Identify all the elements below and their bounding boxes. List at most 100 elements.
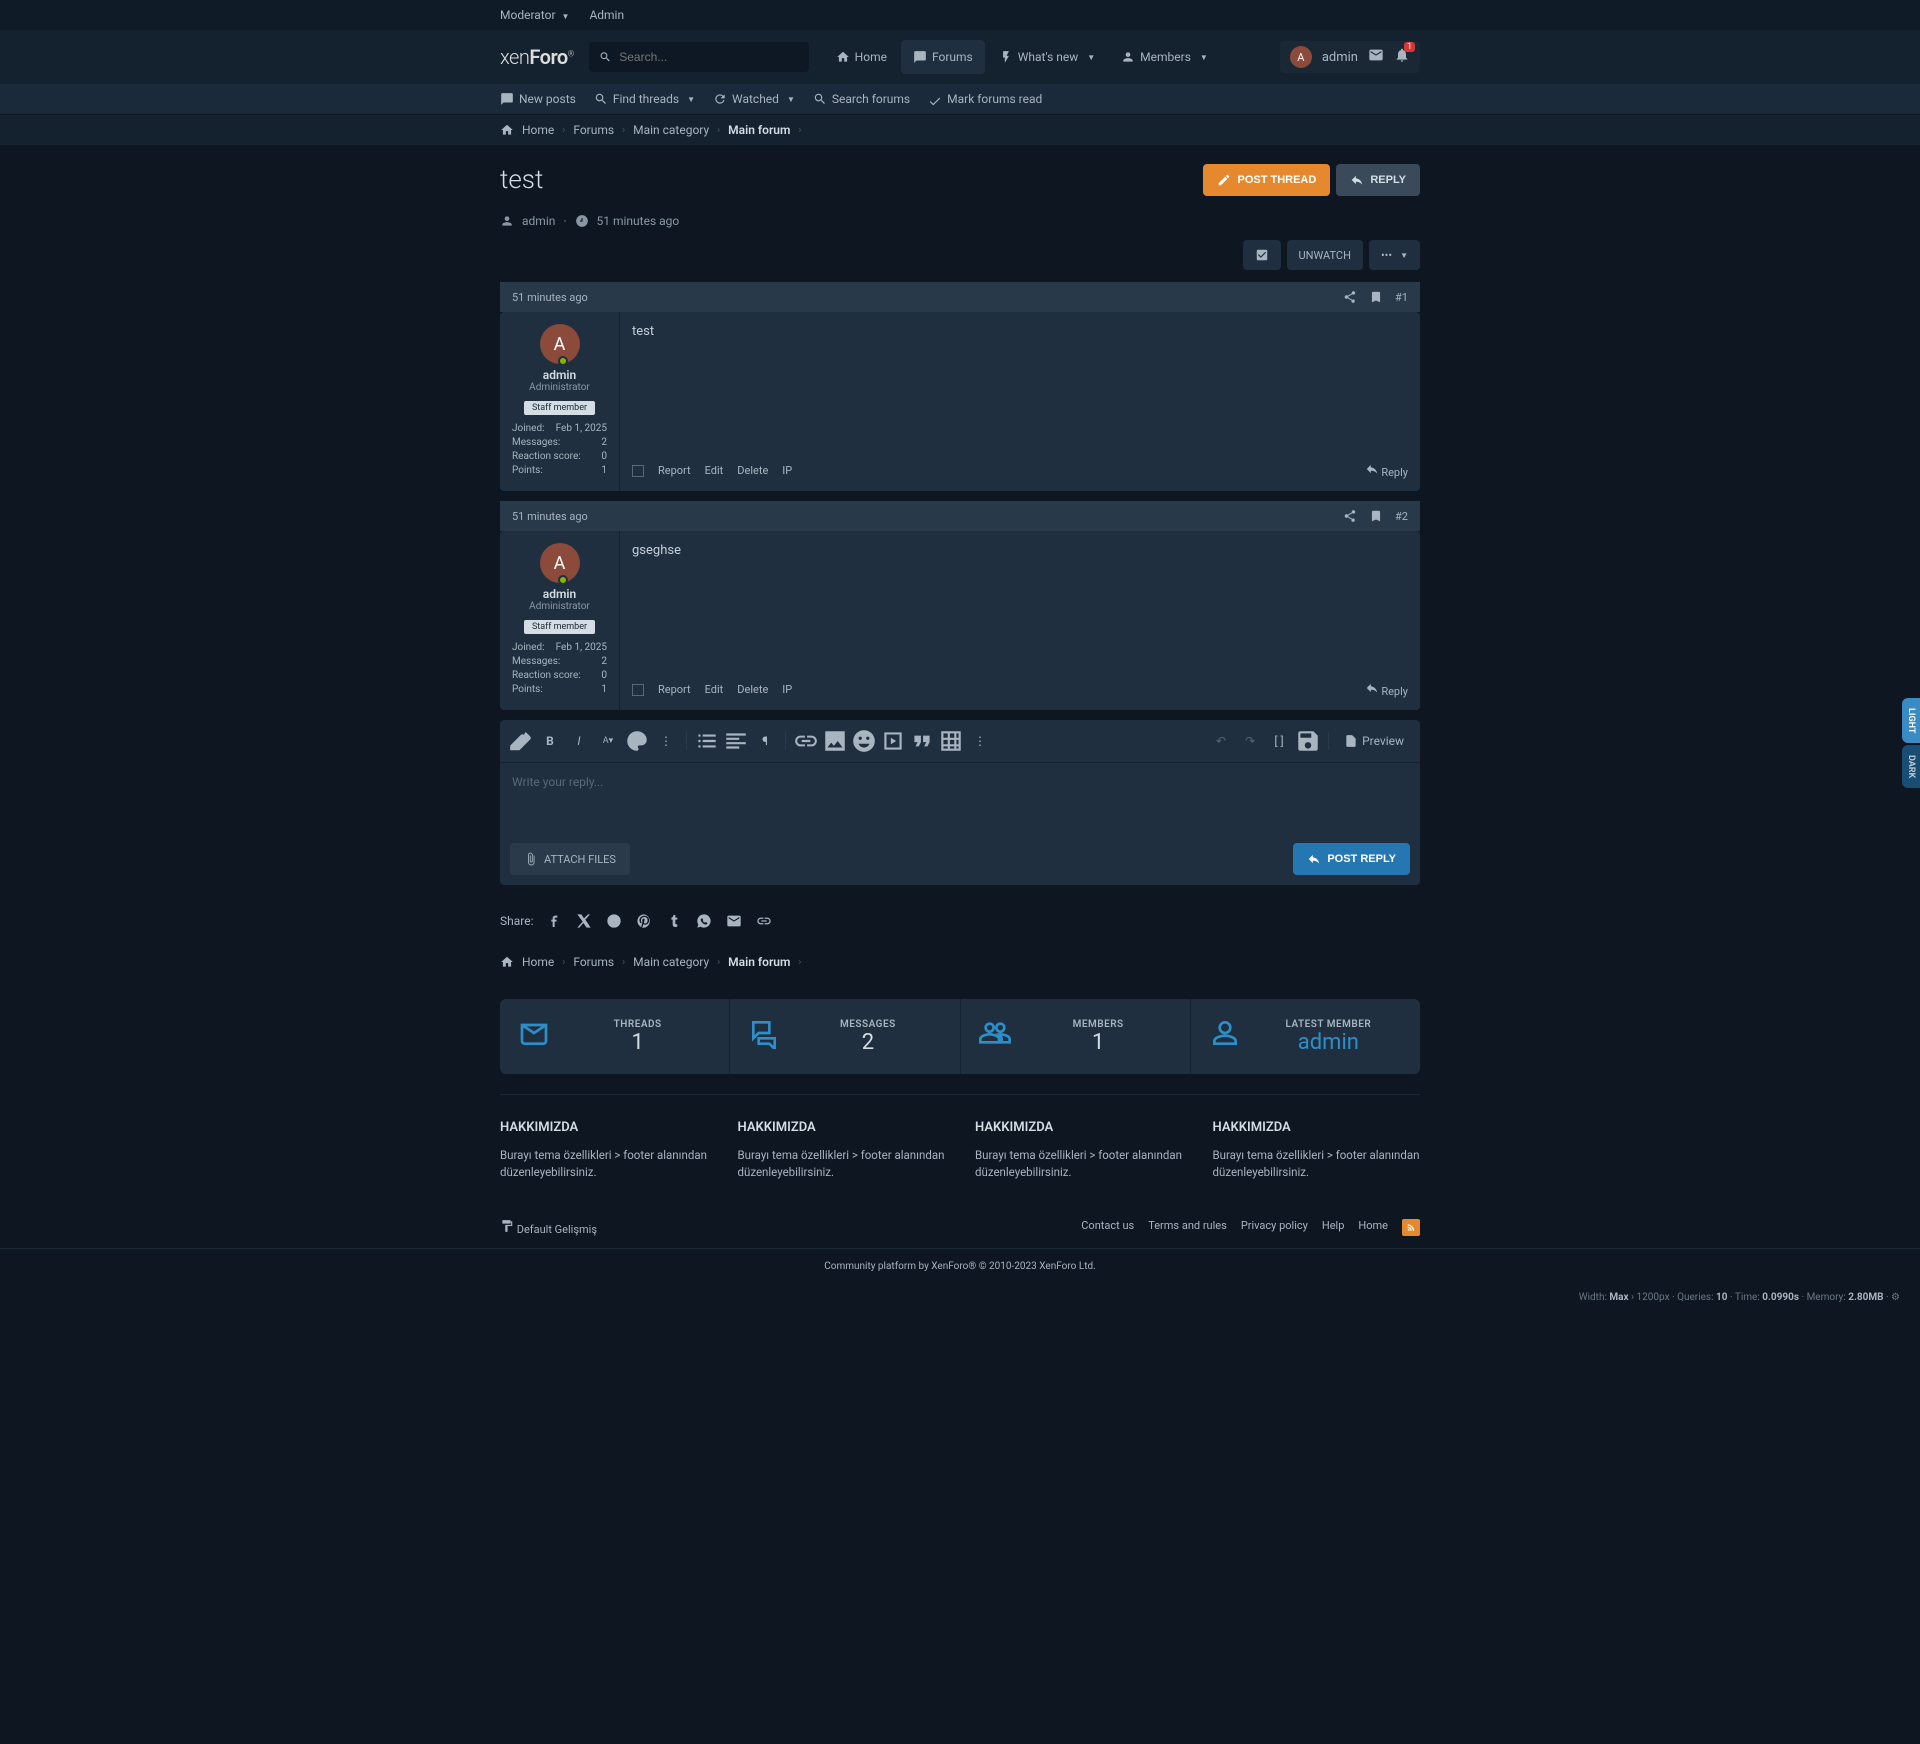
image-icon[interactable] (822, 728, 848, 754)
bold-icon[interactable]: B (537, 728, 563, 754)
nav-home[interactable]: Home (824, 40, 899, 74)
user-menu[interactable]: A admin 1 (1280, 41, 1420, 73)
post-username[interactable]: admin (512, 368, 607, 382)
redo-icon[interactable]: ↷ (1237, 728, 1263, 754)
footer-privacy[interactable]: Privacy policy (1241, 1219, 1308, 1236)
reply-link[interactable]: Reply (1365, 462, 1408, 479)
post-select-checkbox[interactable] (632, 684, 644, 696)
email-icon[interactable] (726, 911, 742, 931)
search-box[interactable] (589, 42, 809, 72)
subnav-searchforums[interactable]: Search forums (813, 92, 910, 106)
list-icon[interactable] (694, 728, 720, 754)
bookmark-icon[interactable] (1369, 290, 1383, 304)
table-icon[interactable] (938, 728, 964, 754)
post-avatar[interactable]: A (540, 324, 580, 364)
subnav-watched[interactable]: Watched ▼ (713, 92, 795, 106)
italic-icon[interactable]: I (566, 728, 592, 754)
save-icon[interactable] (1295, 728, 1321, 754)
more-insert-icon[interactable]: ⋮ (967, 728, 993, 754)
topbar-admin[interactable]: Admin (589, 8, 624, 22)
nav-forums[interactable]: Forums (901, 40, 985, 74)
theme-dark-button[interactable]: DARK (1902, 745, 1920, 788)
delete-link[interactable]: Delete (737, 683, 768, 696)
post-reply-button[interactable]: POST REPLY (1293, 843, 1410, 875)
theme-light-button[interactable]: LIGHT (1902, 698, 1920, 743)
breadcrumb-category[interactable]: Main category (633, 123, 709, 137)
subnav-markread[interactable]: Mark forums read (928, 92, 1042, 106)
breadcrumb-forums[interactable]: Forums (573, 123, 614, 137)
fontsize-icon[interactable]: A▾ (595, 728, 621, 754)
edit-link[interactable]: Edit (705, 464, 724, 477)
link-icon[interactable] (793, 728, 819, 754)
smile-icon[interactable] (851, 728, 877, 754)
bookmark-icon[interactable] (1369, 509, 1383, 523)
header: xenForo® Home Forums What's new▼ Members… (0, 30, 1920, 84)
post-username[interactable]: admin (512, 587, 607, 601)
breadcrumb-category[interactable]: Main category (633, 955, 709, 969)
thread-author[interactable]: admin (522, 214, 555, 228)
select-all-button[interactable] (1243, 240, 1281, 270)
bbcode-icon[interactable]: [ ] (1266, 728, 1292, 754)
post-select-checkbox[interactable] (632, 465, 644, 477)
breadcrumb-home[interactable]: Home (522, 123, 554, 137)
chevron-down-icon[interactable]: ▼ (1200, 53, 1208, 62)
color-icon[interactable] (624, 728, 650, 754)
editor-textarea[interactable]: Write your reply... (500, 763, 1420, 833)
eraser-icon[interactable] (508, 728, 534, 754)
footer-terms[interactable]: Terms and rules (1148, 1219, 1227, 1236)
inbox-icon[interactable] (1368, 47, 1384, 67)
footer-contact[interactable]: Contact us (1081, 1219, 1134, 1236)
latest-member-link[interactable]: admin (1255, 1030, 1402, 1055)
more-button[interactable]: ••• ▼ (1369, 240, 1420, 270)
edit-link[interactable]: Edit (705, 683, 724, 696)
link-icon[interactable] (756, 911, 772, 931)
footer-help[interactable]: Help (1322, 1219, 1345, 1236)
style-chooser[interactable]: Default Gelişmiş (500, 1219, 597, 1236)
ip-link[interactable]: IP (782, 683, 792, 696)
undo-icon[interactable]: ↶ (1208, 728, 1234, 754)
quote-icon[interactable] (909, 728, 935, 754)
alerts-icon[interactable]: 1 (1394, 47, 1410, 67)
whatsapp-icon[interactable] (696, 911, 712, 931)
post-avatar[interactable]: A (540, 543, 580, 583)
share-icon[interactable] (1343, 290, 1357, 304)
report-link[interactable]: Report (658, 464, 691, 477)
topbar-moderator[interactable]: Moderator ▼ (500, 8, 569, 22)
reply-button[interactable]: REPLY (1336, 164, 1420, 196)
attach-files-button[interactable]: ATTACH FILES (510, 843, 630, 875)
media-icon[interactable] (880, 728, 906, 754)
post-time[interactable]: 51 minutes ago (512, 291, 588, 304)
post-thread-button[interactable]: POST THREAD (1203, 164, 1330, 196)
share-icon[interactable] (1343, 509, 1357, 523)
tumblr-icon[interactable] (666, 911, 682, 931)
post-number[interactable]: #2 (1395, 510, 1408, 523)
unwatch-button[interactable]: UNWATCH (1287, 240, 1363, 270)
x-icon[interactable] (576, 911, 592, 931)
more-format-icon[interactable]: ⋮ (653, 728, 679, 754)
subnav-findthreads[interactable]: Find threads ▼ (594, 92, 695, 106)
preview-button[interactable]: Preview (1336, 728, 1412, 754)
subnav-newposts[interactable]: New posts (500, 92, 576, 106)
breadcrumb-forum[interactable]: Main forum (728, 123, 790, 137)
breadcrumb-forums[interactable]: Forums (573, 955, 614, 969)
nav-members[interactable]: Members▼ (1109, 40, 1220, 74)
footer-home[interactable]: Home (1358, 1219, 1388, 1236)
pinterest-icon[interactable] (636, 911, 652, 931)
logo[interactable]: xenForo® (500, 45, 574, 69)
nav-whatsnew[interactable]: What's new▼ (987, 40, 1107, 74)
align-icon[interactable] (723, 728, 749, 754)
breadcrumb-home[interactable]: Home (522, 955, 554, 969)
search-input[interactable] (619, 50, 798, 64)
report-link[interactable]: Report (658, 683, 691, 696)
post-time[interactable]: 51 minutes ago (512, 510, 588, 523)
chevron-down-icon[interactable]: ▼ (1087, 53, 1095, 62)
reply-link[interactable]: Reply (1365, 681, 1408, 698)
paragraph-icon[interactable]: ¶ (752, 728, 778, 754)
rss-icon[interactable] (1402, 1219, 1420, 1236)
reddit-icon[interactable] (606, 911, 622, 931)
facebook-icon[interactable] (546, 911, 562, 931)
breadcrumb-forum[interactable]: Main forum (728, 955, 790, 969)
delete-link[interactable]: Delete (737, 464, 768, 477)
post-number[interactable]: #1 (1395, 291, 1408, 304)
ip-link[interactable]: IP (782, 464, 792, 477)
